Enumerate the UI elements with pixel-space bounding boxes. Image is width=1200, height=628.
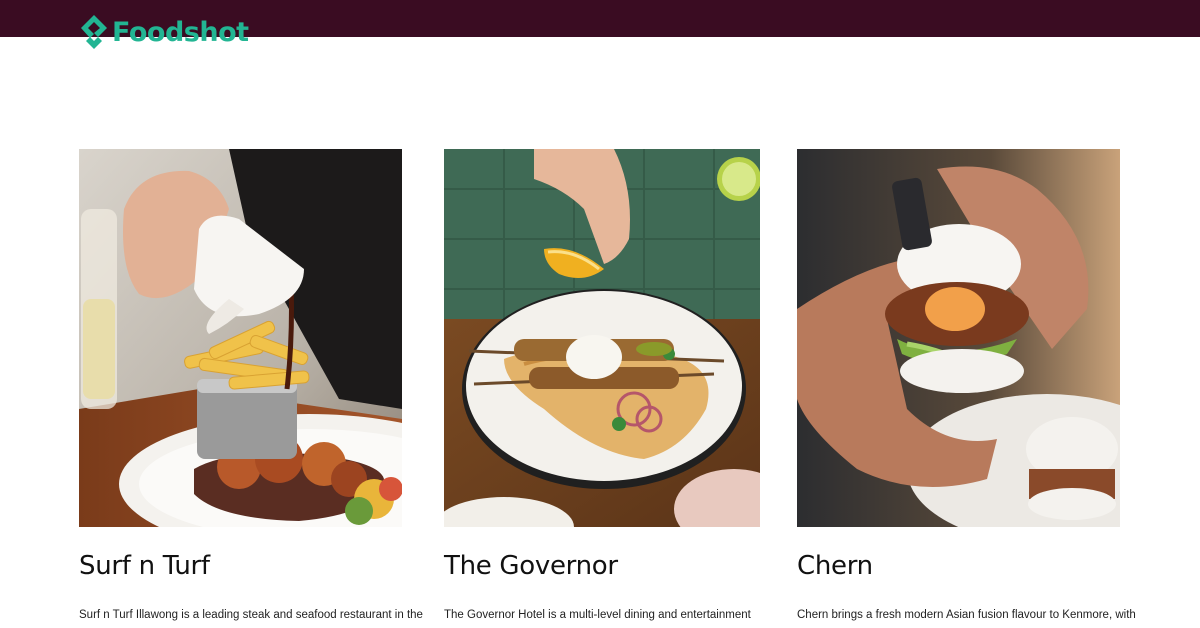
card-title[interactable]: Chern — [797, 553, 873, 579]
brand-name: Foodshot — [112, 16, 249, 48]
foodshot-logo-icon — [81, 15, 107, 49]
bao-bun-photo[interactable] — [797, 149, 1120, 527]
card-excerpt: Chern brings a fresh modern Asian fusion… — [797, 609, 1136, 621]
brand-logo[interactable]: Foodshot — [80, 14, 249, 50]
card-excerpt: The Governor Hotel is a multi-level dini… — [444, 609, 751, 621]
restaurant-card-surf-n-turf[interactable]: Surf n Turf Surf n Turf Illawong is a le… — [79, 149, 423, 621]
steak-and-fries-photo[interactable] — [79, 149, 402, 527]
card-title[interactable]: Surf n Turf — [79, 553, 210, 579]
card-excerpt: Surf n Turf Illawong is a leading steak … — [79, 609, 423, 621]
restaurant-card-chern[interactable]: Chern Chern brings a fresh modern Asian … — [797, 149, 1136, 621]
card-title[interactable]: The Governor — [444, 553, 618, 579]
restaurant-card-the-governor[interactable]: The Governor The Governor Hotel is a mul… — [444, 149, 760, 621]
souvlaki-flatbread-photo[interactable] — [444, 149, 760, 527]
